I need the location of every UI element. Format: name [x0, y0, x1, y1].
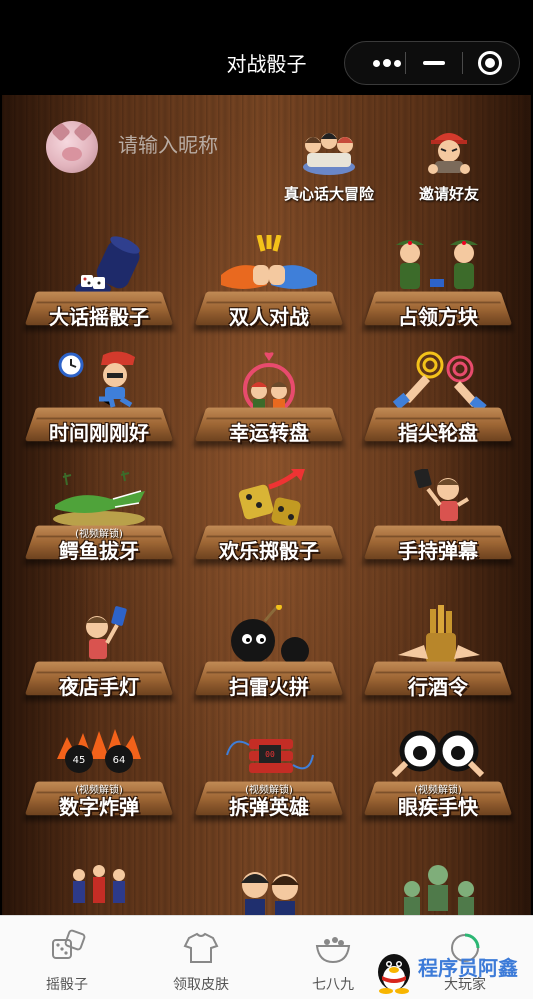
crowd-icon — [73, 865, 125, 903]
soldiers-icon — [396, 240, 478, 289]
tab-dice[interactable]: 摇骰子 — [12, 928, 122, 994]
game-name: 数字炸弹 — [59, 795, 139, 819]
invite-friend-icon — [419, 127, 479, 177]
invite-friend-label: 邀请好友 — [418, 185, 479, 203]
game-name: 占领方块 — [398, 305, 478, 329]
game-minesweeper[interactable]: 扫雷火拼 — [194, 605, 344, 715]
truth-or-dare-label: 真心话大冒险 — [283, 185, 374, 203]
game-board: 真心话大冒险 邀请好友 大话摇骰子 — [2, 95, 531, 915]
qq-penguin-icon — [378, 954, 410, 994]
nickname-input[interactable] — [118, 133, 278, 157]
game-name: 时间刚刚好 — [49, 421, 149, 445]
fist-bump-icon — [221, 235, 317, 289]
game-name: 拆弹英雄 — [229, 795, 309, 819]
tab-skins[interactable]: 领取皮肤 — [146, 928, 256, 994]
game-name: 行酒令 — [408, 675, 468, 699]
game-drinking-order[interactable]: 行酒令 — [363, 605, 513, 715]
invite-friend-link[interactable]: 邀请好友 — [394, 127, 504, 204]
more-dots-icon[interactable] — [353, 42, 411, 84]
tab-label: 摇骰子 — [46, 977, 88, 993]
game-name: 眼疾手快 — [398, 795, 478, 819]
alarm-clock-icon — [58, 351, 135, 408]
game-name: 指尖轮盘 — [398, 421, 478, 445]
game-lucky-wheel[interactable]: 幸运转盘 — [194, 351, 344, 461]
game-crocodile-teeth[interactable]: (视频解锁) 鳄鱼拔牙 — [24, 469, 174, 579]
game-two-player-battle[interactable]: 双人对战 — [194, 235, 344, 345]
lucky-wheel-icon — [243, 352, 295, 413]
watermark: 程序员阿鑫 — [372, 948, 532, 994]
dynamite-icon: 00 — [226, 739, 314, 773]
svg-text:00: 00 — [265, 750, 275, 759]
number-bomb-icon: 45 64 — [57, 729, 141, 773]
gold-dice-icon — [238, 469, 305, 527]
game-row6-center[interactable] — [199, 861, 339, 915]
truth-or-dare-icon — [299, 127, 359, 177]
watermark-text: 程序员阿鑫 — [418, 956, 518, 980]
game-occupy-blocks[interactable]: 占领方块 — [363, 235, 513, 345]
crocodile-icon — [53, 470, 145, 527]
phone-light-icon — [86, 606, 127, 659]
svg-text:64: 64 — [113, 755, 126, 766]
truth-or-dare-link[interactable]: 真心话大冒险 — [274, 127, 384, 204]
bowl-tab-icon — [313, 928, 353, 968]
dice-cup-icon — [75, 236, 140, 297]
game-name: 双人对战 — [229, 305, 309, 329]
game-name: 手持弹幕 — [398, 539, 478, 563]
game-quick-eyes[interactable]: (视频解锁) 眼疾手快 — [363, 725, 513, 835]
dice-tab-icon — [47, 928, 87, 968]
game-bomb-defuse-hero[interactable]: 00 (视频解锁) 拆弹英雄 — [194, 725, 344, 835]
game-name: 大话摇骰子 — [49, 305, 149, 329]
game-handheld-barrage[interactable]: 手持弹幕 — [363, 469, 513, 579]
menu-capsule — [344, 41, 520, 85]
avatar[interactable] — [46, 121, 98, 173]
zombies-icon — [404, 865, 474, 915]
finger-touch-icon — [392, 351, 487, 413]
game-fingertip-wheel[interactable]: 指尖轮盘 — [363, 351, 513, 461]
two-girls-icon — [241, 872, 299, 915]
game-name: 鳄鱼拔牙 — [59, 539, 139, 563]
game-name: 欢乐掷骰子 — [219, 539, 319, 563]
game-name: 扫雷火拼 — [229, 675, 309, 699]
bomb-icon — [231, 605, 309, 665]
big-eyes-icon — [391, 730, 485, 778]
shirt-tab-icon — [181, 928, 221, 968]
game-name: 夜店手灯 — [59, 675, 139, 699]
tab-label: 领取皮肤 — [173, 977, 229, 993]
game-row6-left[interactable] — [29, 861, 169, 915]
game-row6-right[interactable] — [368, 861, 508, 915]
game-dice-liar[interactable]: 大话摇骰子 — [24, 235, 174, 345]
game-name: 幸运转盘 — [229, 421, 309, 445]
navigation-bar: 对战骰子 — [0, 0, 533, 95]
game-happy-dice[interactable]: 欢乐掷骰子 — [194, 469, 344, 579]
target-close-icon[interactable] — [461, 42, 519, 84]
game-nightclub-light[interactable]: 夜店手灯 — [24, 605, 174, 715]
game-just-in-time[interactable]: 时间刚刚好 — [24, 351, 174, 461]
game-number-bomb[interactable]: 45 64 (视频解锁) 数字炸弹 — [24, 725, 174, 835]
minimize-icon[interactable] — [405, 42, 463, 84]
svg-text:45: 45 — [73, 755, 86, 766]
handheld-barrage-icon — [414, 469, 470, 521]
bamboo-sticks-icon — [398, 605, 480, 663]
